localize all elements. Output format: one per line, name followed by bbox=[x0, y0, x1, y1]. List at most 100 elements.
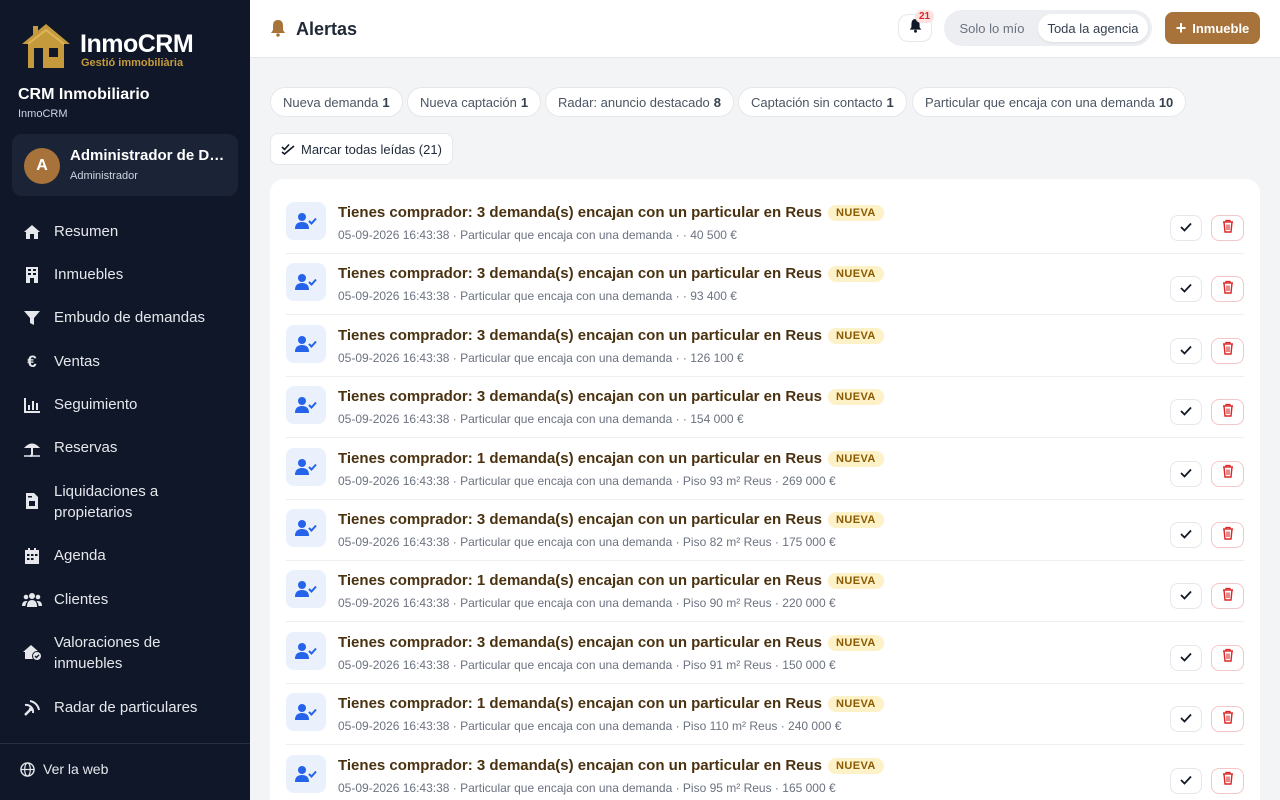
sidebar-item-ventas[interactable]: € Ventas bbox=[22, 351, 232, 372]
sidebar-item-resumen[interactable]: Resumen bbox=[22, 221, 232, 242]
alert-title-text: Tienes comprador: 1 demanda(s) encajan c… bbox=[338, 449, 823, 467]
sidebar-item-agenda[interactable]: Agenda bbox=[22, 545, 232, 566]
radar-icon bbox=[22, 698, 42, 718]
filter-chip-radar[interactable]: Radar: anuncio destacado 8 bbox=[545, 87, 735, 117]
alert-row[interactable]: Tienes comprador: 1 demanda(s) encajan c… bbox=[286, 439, 1244, 500]
sidebar-item-reservas[interactable]: Reservas bbox=[22, 437, 232, 458]
alert-row[interactable]: Tienes comprador: 3 demanda(s) encajan c… bbox=[286, 377, 1244, 439]
check-icon bbox=[1180, 465, 1192, 483]
scope-option-agency[interactable]: Toda la agencia bbox=[1038, 14, 1148, 42]
new-badge: NUEVA bbox=[828, 634, 884, 651]
sidebar-item-liquidaciones[interactable]: Liquidaciones a propietarios bbox=[22, 481, 232, 523]
logo-subtitle: Gestió immobiliària bbox=[81, 57, 184, 69]
sidebar-item-label: Liquidaciones a propietarios bbox=[54, 483, 159, 521]
delete-alert-button[interactable] bbox=[1211, 767, 1244, 794]
sidebar-item-label: Valoraciones de inmuebles bbox=[54, 634, 161, 672]
sidebar-item-radar[interactable]: Radar de particulares bbox=[22, 697, 232, 718]
new-badge: NUEVA bbox=[828, 512, 884, 528]
mark-read-button[interactable] bbox=[1170, 399, 1202, 426]
view-website-link[interactable]: Ver la web bbox=[20, 761, 108, 777]
crm-title: CRM Inmobiliario bbox=[18, 86, 150, 103]
delete-alert-button[interactable] bbox=[1211, 460, 1244, 487]
alert-meta: 05-09-2026 16:43:38 · Particular que enc… bbox=[338, 289, 737, 304]
chip-count: 1 bbox=[382, 94, 390, 110]
mark-read-button[interactable] bbox=[1170, 215, 1202, 241]
delete-alert-button[interactable] bbox=[1211, 644, 1244, 671]
alert-meta: 05-09-2026 16:43:38 · Particular que enc… bbox=[338, 657, 836, 672]
sidebar-item-embudo[interactable]: Embudo de demandas bbox=[22, 307, 232, 328]
mark-read-button[interactable] bbox=[1170, 583, 1202, 610]
alert-row[interactable]: Tienes comprador: 3 demanda(s) encajan c… bbox=[286, 500, 1244, 561]
chip-label: Nueva captación bbox=[420, 94, 517, 110]
logo-house-icon bbox=[22, 24, 70, 68]
trash-icon bbox=[1222, 280, 1234, 299]
alerts-card: Tienes comprador: 3 demanda(s) encajan c… bbox=[270, 179, 1260, 800]
trash-icon bbox=[1222, 403, 1234, 422]
sidebar-item-seguimiento[interactable]: Seguimiento bbox=[22, 394, 232, 415]
alert-row[interactable]: Tienes comprador: 1 demanda(s) encajan c… bbox=[286, 561, 1244, 623]
double-check-icon bbox=[281, 143, 295, 155]
brand-logo[interactable]: InmoCRM Gestió immobiliària bbox=[18, 18, 198, 74]
user-check-icon bbox=[286, 263, 326, 302]
alert-row[interactable]: Tienes comprador: 3 demanda(s) encajan c… bbox=[286, 193, 1244, 254]
mark-read-button[interactable] bbox=[1170, 460, 1202, 487]
new-badge: NUEVA bbox=[828, 266, 884, 283]
sidebar-item-label: Resumen bbox=[54, 223, 119, 240]
alert-title: Tienes comprador: 1 demanda(s) encajan c… bbox=[338, 572, 884, 590]
sidebar-item-inmuebles[interactable]: Inmuebles bbox=[22, 264, 232, 285]
check-icon bbox=[1180, 710, 1192, 728]
mark-all-read-button[interactable]: Marcar todas leídas (21) bbox=[270, 133, 453, 165]
scope-option-mine[interactable]: Solo lo mío bbox=[948, 14, 1036, 42]
delete-alert-button[interactable] bbox=[1211, 583, 1244, 610]
alert-meta: 05-09-2026 16:43:38 · Particular que enc… bbox=[338, 350, 744, 365]
alert-title: Tienes comprador: 3 demanda(s) encajan c… bbox=[338, 327, 884, 344]
delete-alert-button[interactable] bbox=[1211, 706, 1244, 733]
alert-title-text: Tienes comprador: 3 demanda(s) encajan c… bbox=[338, 633, 823, 651]
alert-row[interactable]: Tienes comprador: 1 demanda(s) encajan c… bbox=[286, 684, 1244, 746]
alert-title: Tienes comprador: 1 demanda(s) encajan c… bbox=[338, 695, 884, 713]
sidebar-item-label: Radar de particulares bbox=[54, 699, 198, 716]
umbrella-icon bbox=[22, 438, 42, 458]
crm-subtitle: InmoCRM bbox=[18, 108, 68, 120]
mark-read-button[interactable] bbox=[1170, 767, 1202, 794]
delete-alert-button[interactable] bbox=[1211, 337, 1244, 364]
mark-read-button[interactable] bbox=[1170, 276, 1202, 303]
alert-row[interactable]: Tienes comprador: 3 demanda(s) encajan c… bbox=[286, 623, 1244, 684]
mark-read-button[interactable] bbox=[1170, 706, 1202, 733]
add-property-label: Inmueble bbox=[1192, 20, 1250, 36]
alert-row[interactable]: Tienes comprador: 3 demanda(s) encajan c… bbox=[286, 746, 1244, 800]
filter-chip-particular-encaja[interactable]: Particular que encaja con una demanda 10 bbox=[912, 87, 1187, 117]
trash-icon bbox=[1222, 648, 1234, 667]
filter-chip-nueva-captacion[interactable]: Nueva captación 1 bbox=[407, 87, 542, 117]
user-check-icon bbox=[286, 386, 326, 425]
alert-row[interactable]: Tienes comprador: 3 demanda(s) encajan c… bbox=[286, 254, 1244, 316]
check-icon bbox=[1180, 280, 1192, 298]
user-role: Administrador bbox=[70, 170, 138, 182]
user-card[interactable]: A Administrador de Demo Administrador bbox=[12, 134, 238, 196]
mark-read-button[interactable] bbox=[1170, 337, 1202, 364]
filter-chip-nueva-demanda[interactable]: Nueva demanda 1 bbox=[270, 87, 403, 117]
new-badge: NUEVA bbox=[828, 205, 884, 221]
mark-read-button[interactable] bbox=[1170, 522, 1202, 548]
new-badge: NUEVA bbox=[828, 327, 884, 344]
delete-alert-button[interactable] bbox=[1211, 522, 1244, 548]
alert-meta: 05-09-2026 16:43:38 · Particular que enc… bbox=[338, 473, 836, 488]
delete-alert-button[interactable] bbox=[1211, 399, 1244, 426]
delete-alert-button[interactable] bbox=[1211, 215, 1244, 241]
new-badge: NUEVA bbox=[828, 696, 884, 713]
add-property-button[interactable]: + Inmueble bbox=[1165, 12, 1260, 44]
chart-icon bbox=[22, 395, 42, 415]
notification-count-badge: 21 bbox=[915, 10, 935, 23]
alert-row[interactable]: Tienes comprador: 3 demanda(s) encajan c… bbox=[286, 316, 1244, 377]
sidebar-item-valoraciones[interactable]: Valoraciones de inmuebles bbox=[22, 632, 232, 674]
file-invoice-icon bbox=[22, 491, 42, 511]
trash-icon bbox=[1222, 587, 1234, 606]
new-badge: NUEVA bbox=[828, 573, 884, 590]
alert-title-text: Tienes comprador: 3 demanda(s) encajan c… bbox=[338, 511, 823, 528]
sidebar-item-label: Embudo de demandas bbox=[54, 309, 205, 326]
delete-alert-button[interactable] bbox=[1211, 276, 1244, 303]
filter-chip-captacion-sin-contacto[interactable]: Captación sin contacto 1 bbox=[738, 87, 907, 117]
sidebar-item-clientes[interactable]: Clientes bbox=[22, 589, 232, 610]
user-check-icon bbox=[286, 570, 326, 609]
mark-read-button[interactable] bbox=[1170, 644, 1202, 671]
